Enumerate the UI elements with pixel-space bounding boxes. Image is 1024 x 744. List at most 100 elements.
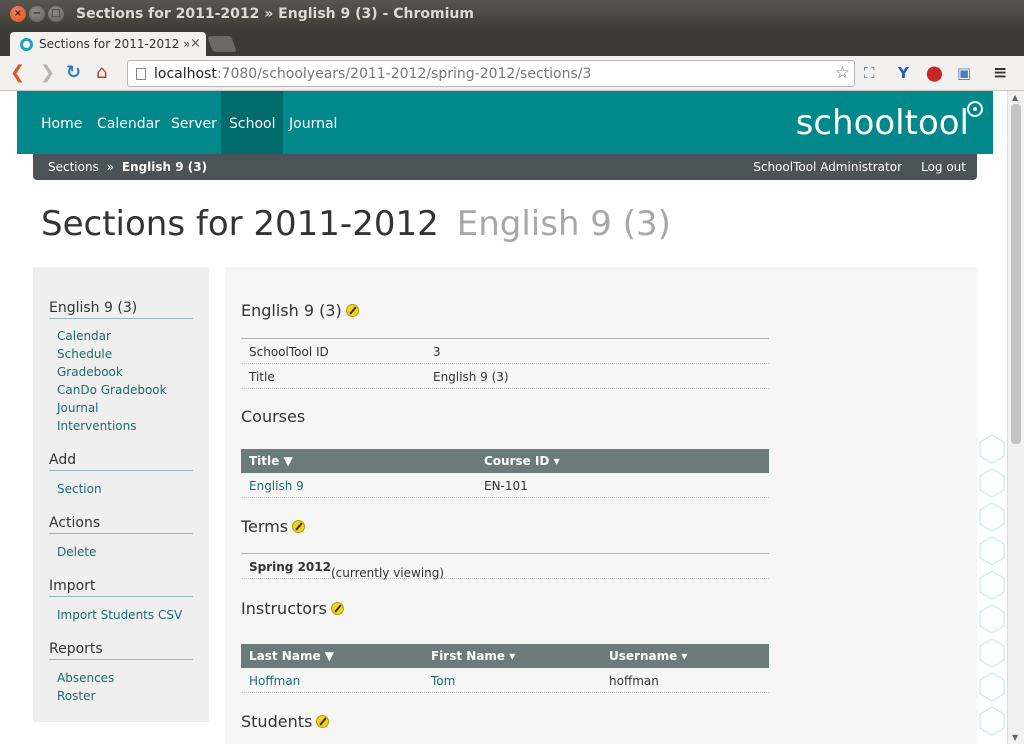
screen-extension-icon[interactable]: ▣ <box>957 64 971 82</box>
sidebar-add-heading: Add <box>49 452 193 471</box>
forward-arrow-icon[interactable]: ❯ <box>40 62 55 84</box>
details-label: SchoolTool ID <box>249 345 329 359</box>
course-id: EN-101 <box>484 479 528 493</box>
section-heading: English 9 (3) <box>241 301 359 320</box>
students-heading: Students <box>241 712 330 731</box>
table-row: Hoffman Tom hoffman <box>241 668 769 693</box>
details-row: SchoolTool ID 3 <box>241 339 769 364</box>
sidebar-link-delete[interactable]: Delete <box>57 545 96 559</box>
sidebar-link-import-students-csv[interactable]: Import Students CSV <box>57 608 182 622</box>
logout-link[interactable]: Log out <box>921 160 966 174</box>
sidebar-import-heading: Import <box>49 578 193 597</box>
bookmark-star-icon[interactable]: ☆ <box>835 63 850 83</box>
url-host: localhost <box>154 66 217 82</box>
term-row: Spring 2012 (currently viewing) <box>241 554 769 580</box>
window-close-button[interactable]: × <box>10 6 26 22</box>
sidebar-link-schedule[interactable]: Schedule <box>57 347 112 361</box>
page-scrollbar[interactable]: ▲ ▼ <box>1007 91 1024 744</box>
nav-calendar[interactable]: Calendar <box>89 91 168 154</box>
details-table: SchoolTool ID 3 Title English 9 (3) <box>241 338 769 389</box>
instructors-heading-text: Instructors <box>241 599 327 618</box>
stop-extension-icon[interactable]: ⬤ <box>926 64 943 82</box>
sidebar-link-calendar[interactable]: Calendar <box>57 329 111 343</box>
details-value: 3 <box>433 345 441 359</box>
window-title: Sections for 2011-2012 » English 9 (3) -… <box>76 6 474 22</box>
main-content: English 9 (3) SchoolTool ID 3 Title Engl… <box>225 267 977 744</box>
tab-close-icon[interactable]: × <box>190 36 201 51</box>
sidebar-link-absences[interactable]: Absences <box>57 671 114 685</box>
new-tab-button[interactable] <box>207 36 237 52</box>
edit-pencil-icon[interactable] <box>330 602 344 615</box>
window-title-bar: × − □ Sections for 2011-2012 » English 9… <box>0 0 1024 29</box>
window-maximize-button[interactable]: □ <box>48 6 64 22</box>
menu-icon[interactable]: ≡ <box>993 64 1007 82</box>
nav-server[interactable]: Server <box>163 91 225 154</box>
y-extension-icon[interactable]: Y <box>898 64 909 82</box>
page-frame: Home Calendar Server School Journal scho… <box>15 91 993 744</box>
sidebar-link-journal[interactable]: Journal <box>57 401 99 415</box>
term-note: (currently viewing) <box>330 566 445 580</box>
course-title-link[interactable]: English 9 <box>249 479 304 493</box>
courses-table-header: Title ▼ Course ID ▾ <box>241 449 769 473</box>
terms-heading-text: Terms <box>241 517 289 536</box>
breadcrumb: Sections » English 9 (3) <box>48 160 207 174</box>
schooltool-logo[interactable]: schooltool <box>796 103 969 143</box>
address-bar[interactable]: localhost:7080/schoolyears/2011-2012/spr… <box>127 60 855 87</box>
home-icon[interactable]: ⌂ <box>96 62 107 84</box>
courses-col-title[interactable]: Title ▼ <box>249 454 293 468</box>
page-icon <box>136 68 146 80</box>
instructors-table-header: Last Name ▼ First Name ▾ Username ▾ <box>241 644 769 668</box>
edit-pencil-icon[interactable] <box>316 715 330 728</box>
user-name-link[interactable]: SchoolTool Administrator <box>753 160 902 174</box>
page-viewport: Home Calendar Server School Journal scho… <box>0 91 1007 744</box>
sidebar-reports-heading: Reports <box>49 641 193 660</box>
details-value: English 9 (3) <box>433 370 509 384</box>
sidebar: English 9 (3) Calendar Schedule Gradeboo… <box>33 267 209 722</box>
details-label: Title <box>249 370 275 384</box>
edit-pencil-icon[interactable] <box>292 520 306 533</box>
url-text: localhost:7080/schoolyears/2011-2012/spr… <box>154 66 591 82</box>
details-row: Title English 9 (3) <box>241 364 769 389</box>
terms-heading: Terms <box>241 517 306 536</box>
term-text: Spring 2012 (currently viewing) <box>249 560 444 580</box>
sidebar-link-interventions[interactable]: Interventions <box>57 419 137 433</box>
term-name: Spring 2012 <box>249 560 331 574</box>
courses-col-course-id[interactable]: Course ID ▾ <box>484 454 560 468</box>
breadcrumb-bar: Sections » English 9 (3) SchoolTool Admi… <box>33 154 977 180</box>
site-navigation: Home Calendar Server School Journal scho… <box>17 91 993 154</box>
fullscreen-extension-icon[interactable]: ⛶ <box>864 64 875 82</box>
page-subtitle: English 9 (3) <box>456 204 671 244</box>
reload-icon[interactable]: ↻ <box>66 62 81 84</box>
edit-pencil-icon[interactable] <box>345 304 359 317</box>
page-title-main: Sections for 2011-2012 <box>41 204 439 244</box>
scrollbar-thumb[interactable] <box>1011 104 1021 444</box>
sidebar-link-roster[interactable]: Roster <box>57 689 95 703</box>
nav-home[interactable]: Home <box>33 91 90 154</box>
logo-power-icon <box>967 101 983 117</box>
instructor-first-name-link[interactable]: Tom <box>431 674 455 688</box>
browser-tab-active[interactable]: Sections for 2011-2012 » × <box>10 32 206 57</box>
scroll-down-arrow-icon[interactable]: ▼ <box>1012 733 1018 742</box>
instructors-col-first-name[interactable]: First Name ▾ <box>431 649 515 663</box>
breadcrumb-sections-link[interactable]: Sections <box>48 160 99 174</box>
nav-school[interactable]: School <box>221 91 284 154</box>
instructor-username: hoffman <box>609 674 659 688</box>
students-heading-text: Students <box>241 712 313 731</box>
window-minimize-button[interactable]: − <box>29 6 45 22</box>
instructors-col-username[interactable]: Username ▾ <box>609 649 687 663</box>
nav-journal[interactable]: Journal <box>281 91 345 154</box>
sidebar-link-add-section[interactable]: Section <box>57 482 102 496</box>
instructors-heading: Instructors <box>241 599 344 618</box>
sidebar-link-cando-gradebook[interactable]: CanDo Gradebook <box>57 383 167 397</box>
instructor-last-name-link[interactable]: Hoffman <box>249 674 300 688</box>
back-arrow-icon[interactable]: ❮ <box>10 62 25 84</box>
section-heading-text: English 9 (3) <box>241 301 342 320</box>
courses-heading: Courses <box>241 407 306 426</box>
scroll-up-arrow-icon[interactable]: ▲ <box>1012 93 1018 102</box>
schooltool-favicon-icon <box>20 38 33 51</box>
sidebar-link-gradebook[interactable]: Gradebook <box>57 365 123 379</box>
hexagon-decoration <box>979 434 1005 736</box>
instructors-col-last-name[interactable]: Last Name ▼ <box>249 649 334 663</box>
sidebar-section-heading: English 9 (3) <box>49 300 193 319</box>
sidebar-actions-heading: Actions <box>49 515 193 534</box>
